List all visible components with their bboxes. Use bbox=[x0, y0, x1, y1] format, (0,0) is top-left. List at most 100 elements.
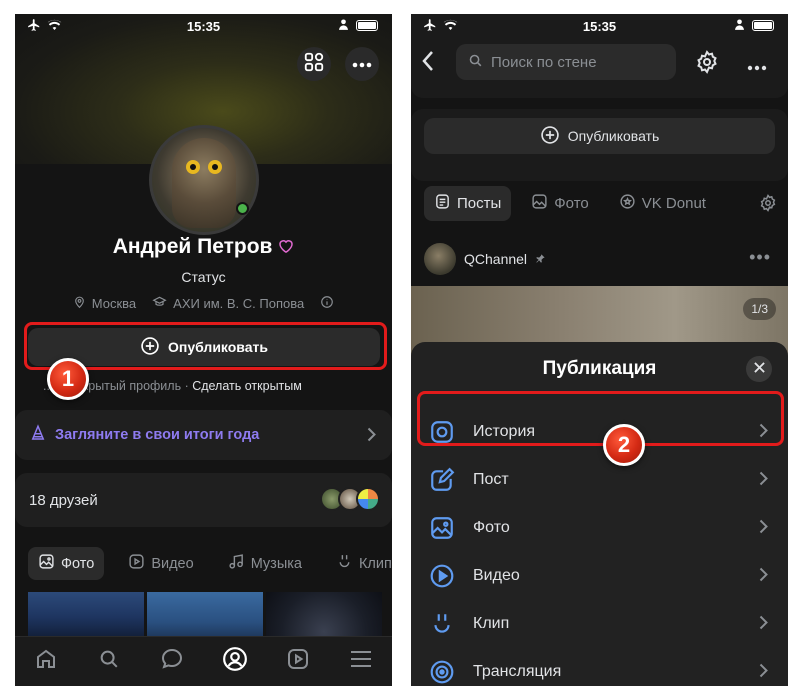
battery-icon bbox=[752, 20, 774, 31]
year-results-banner[interactable]: Загляните в свои итоги года bbox=[15, 410, 392, 460]
menu-tab[interactable] bbox=[347, 648, 375, 676]
photo-thumbnail[interactable] bbox=[28, 592, 144, 642]
play-circle-icon bbox=[429, 563, 455, 589]
apps-button[interactable] bbox=[297, 47, 331, 81]
city-label: Москва bbox=[91, 296, 137, 311]
broadcast-icon bbox=[429, 659, 455, 685]
clock: 15:35 bbox=[186, 19, 221, 34]
friend-avatars bbox=[320, 487, 380, 511]
profile-info: Москва АХИ им. В. С. Попова bbox=[15, 295, 392, 312]
step-badge-1: 1 bbox=[47, 358, 89, 400]
hamburger-menu-icon bbox=[350, 650, 372, 673]
profile-tab[interactable] bbox=[221, 646, 249, 677]
university-label: АХИ им. В. С. Попова bbox=[173, 296, 305, 311]
avatar[interactable] bbox=[424, 243, 456, 275]
party-hat-icon bbox=[29, 424, 47, 446]
bottom-tab-bar bbox=[15, 636, 392, 686]
more-button[interactable] bbox=[747, 58, 767, 76]
messages-tab[interactable] bbox=[158, 648, 186, 676]
user-circle-icon bbox=[222, 646, 248, 677]
make-open-link[interactable]: Сделать открытым bbox=[192, 379, 302, 393]
back-button[interactable] bbox=[421, 50, 435, 77]
search-icon bbox=[98, 648, 120, 675]
friends-card[interactable]: 18 друзей bbox=[15, 473, 392, 527]
tabs-settings-button[interactable] bbox=[759, 194, 777, 217]
plus-circle-icon bbox=[540, 125, 560, 148]
document-icon bbox=[434, 193, 451, 214]
clock: 15:35 bbox=[582, 19, 617, 34]
battery-icon bbox=[356, 20, 378, 31]
home-icon bbox=[34, 647, 58, 676]
clip-icon bbox=[336, 553, 353, 574]
image-icon bbox=[429, 515, 455, 541]
step-badge-2: 2 bbox=[603, 424, 645, 466]
status-bar: 15:35 bbox=[15, 14, 392, 38]
publish-button[interactable]: Опубликовать bbox=[424, 118, 775, 154]
post-header: QChannel ••• bbox=[424, 239, 775, 279]
tab-music[interactable]: Музыка bbox=[218, 547, 312, 580]
photo-thumbnail[interactable] bbox=[266, 592, 382, 642]
photo-counter: 1/3 bbox=[743, 298, 776, 320]
chevron-right-icon bbox=[759, 471, 768, 491]
gear-icon bbox=[759, 194, 777, 216]
close-icon bbox=[753, 360, 765, 378]
chat-bubble-icon bbox=[160, 647, 184, 676]
tab-vk-donut[interactable]: VK Donut bbox=[609, 186, 716, 221]
chevron-right-icon bbox=[367, 427, 376, 446]
info-icon[interactable] bbox=[320, 295, 334, 312]
close-button[interactable] bbox=[746, 356, 772, 382]
profile-name: Андрей Петров bbox=[15, 235, 392, 259]
menu-item-broadcast[interactable]: Трансляция bbox=[411, 648, 788, 686]
settings-button[interactable] bbox=[695, 50, 719, 79]
chevron-right-icon bbox=[759, 519, 768, 539]
photo-thumbnail[interactable] bbox=[147, 592, 263, 642]
music-note-icon bbox=[228, 553, 245, 574]
chevron-left-icon bbox=[421, 51, 435, 76]
video-icon bbox=[128, 553, 145, 574]
profile-status[interactable]: Статус bbox=[15, 269, 392, 285]
menu-item-photo[interactable]: Фото bbox=[411, 504, 788, 552]
tab-video[interactable]: Видео bbox=[118, 547, 203, 580]
tab-photo[interactable]: Фото bbox=[28, 547, 105, 580]
home-tab[interactable] bbox=[32, 648, 60, 676]
year-results-label: Загляните в свои итоги года bbox=[55, 427, 260, 443]
gear-icon bbox=[695, 50, 719, 78]
donut-icon bbox=[619, 193, 636, 214]
tab-posts[interactable]: Посты bbox=[424, 186, 512, 221]
clip-icon bbox=[429, 611, 455, 637]
post-author[interactable]: QChannel bbox=[464, 251, 527, 267]
more-button[interactable] bbox=[345, 47, 379, 81]
friends-count: 18 друзей bbox=[29, 491, 98, 509]
search-placeholder: Поиск по стене bbox=[491, 53, 597, 71]
tab-photo[interactable]: Фото bbox=[521, 186, 598, 221]
chevron-right-icon bbox=[759, 567, 768, 587]
image-icon bbox=[38, 553, 55, 574]
tab-clips[interactable]: Клип bbox=[326, 547, 392, 580]
friend-avatar bbox=[356, 487, 380, 511]
publish-card: Опубликовать bbox=[411, 109, 788, 181]
video-tab[interactable] bbox=[284, 648, 312, 676]
highlight-story bbox=[417, 391, 784, 446]
post-more-button[interactable]: ••• bbox=[749, 247, 771, 268]
menu-item-clip[interactable]: Клип bbox=[411, 600, 788, 648]
online-indicator bbox=[236, 202, 249, 215]
menu-item-video[interactable]: Видео bbox=[411, 552, 788, 600]
photo-grid bbox=[28, 592, 382, 642]
wall-tabs: Посты Фото VK Donut bbox=[424, 186, 716, 221]
wall-screen: 15:35 Поиск по стене Опубликовать Посты … bbox=[411, 14, 788, 686]
menu-item-post[interactable]: Пост bbox=[411, 456, 788, 504]
sheet-title: Публикация bbox=[542, 358, 657, 379]
wall-search-input[interactable]: Поиск по стене bbox=[456, 44, 676, 80]
heart-badge-icon bbox=[278, 240, 294, 257]
apps-grid-icon bbox=[303, 51, 325, 78]
play-square-icon bbox=[286, 647, 310, 676]
avatar[interactable] bbox=[149, 125, 259, 235]
person-icon bbox=[339, 18, 348, 33]
search-tab[interactable] bbox=[95, 648, 123, 676]
pin-icon bbox=[535, 251, 546, 267]
search-icon bbox=[468, 53, 483, 72]
person-icon bbox=[735, 18, 744, 33]
status-bar: 15:35 bbox=[411, 14, 788, 38]
chevron-right-icon bbox=[759, 663, 768, 683]
more-dots-icon bbox=[352, 55, 372, 73]
